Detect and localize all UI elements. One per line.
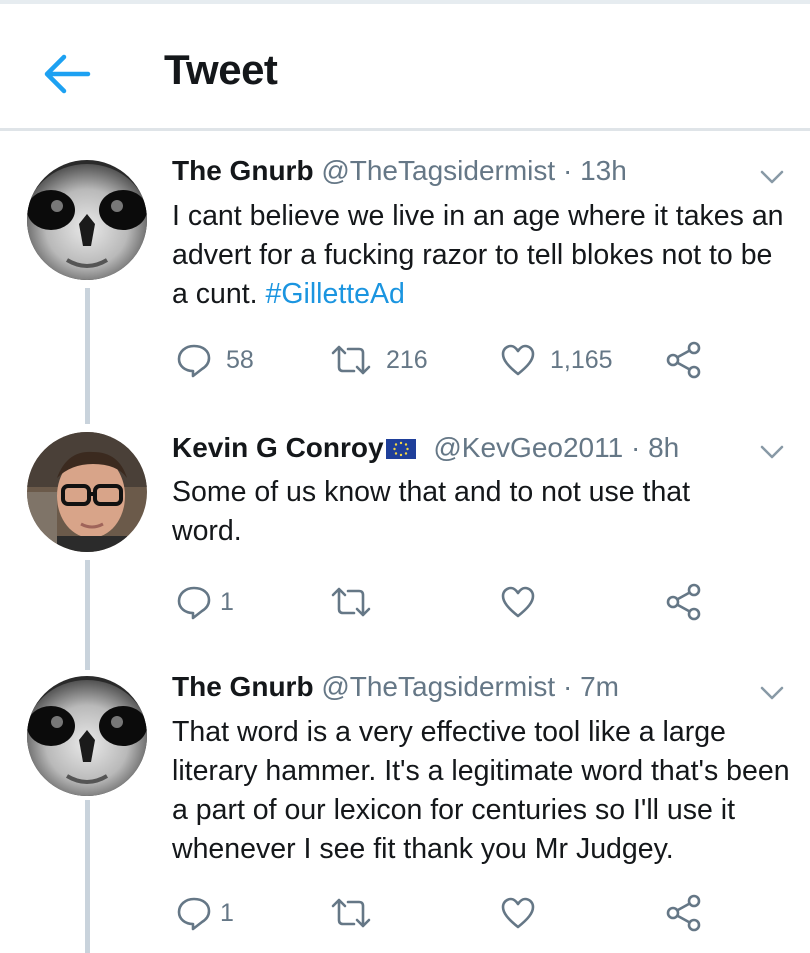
tweet-text: Some of us know that and to not use that…: [172, 473, 732, 551]
share-icon: [666, 341, 701, 379]
reply-button[interactable]: 1: [176, 893, 234, 933]
display-name[interactable]: The Gnurb: [172, 671, 314, 702]
user-handle[interactable]: @TheTagsidermist: [321, 671, 555, 702]
back-button[interactable]: [40, 52, 92, 96]
tweet-header: The Gnurb @TheTagsidermist · 13h: [172, 155, 627, 187]
separator-dot: ·: [562, 155, 573, 186]
tweet-body: I cant believe we live in an age where i…: [172, 200, 784, 310]
header-divider: [0, 128, 810, 131]
tweet-header: Kevin G Conroy @KevGeo2011 · 8h: [172, 432, 679, 464]
share-button[interactable]: [664, 893, 704, 933]
profile-photo-image: [27, 432, 147, 552]
heart-icon: [501, 344, 535, 376]
separator-dot: ·: [630, 432, 641, 463]
reply-count: 1: [220, 898, 234, 927]
retweet-icon: [331, 587, 371, 617]
separator-dot: ·: [562, 671, 573, 702]
avatar[interactable]: [27, 432, 147, 552]
retweet-icon: [331, 898, 371, 928]
tweet-body: Some of us know that and to not use that…: [172, 476, 691, 547]
retweet-button[interactable]: [330, 582, 372, 622]
avatar[interactable]: [27, 160, 147, 280]
heart-icon: [501, 586, 535, 618]
timestamp[interactable]: 7m: [580, 671, 619, 702]
user-handle[interactable]: @KevGeo2011: [433, 432, 623, 463]
tweet-text: That word is a very effective tool like …: [172, 713, 792, 869]
display-name[interactable]: Kevin G Conroy: [172, 432, 384, 463]
skull-avatar-image: [27, 160, 147, 280]
page-title: Tweet: [164, 46, 278, 93]
reply-button[interactable]: 58: [176, 340, 254, 380]
display-name[interactable]: The Gnurb: [172, 155, 314, 186]
reply-count: 1: [220, 587, 234, 616]
avatar[interactable]: [27, 676, 147, 796]
arrow-left-icon: [44, 54, 91, 94]
share-button[interactable]: [664, 582, 704, 622]
tweet-actions: 1: [172, 582, 732, 622]
tweet-header: The Gnurb @TheTagsidermist · 7m: [172, 671, 619, 703]
reply-count: 58: [226, 345, 254, 374]
retweet-count: 216: [386, 345, 428, 374]
hashtag-link[interactable]: #GilletteAd: [265, 278, 404, 310]
like-button[interactable]: 1,165: [500, 340, 613, 380]
thread-line: [85, 800, 90, 953]
retweet-button[interactable]: [330, 893, 372, 933]
reply-icon: [177, 344, 211, 378]
like-button[interactable]: [500, 893, 536, 933]
chevron-down-icon[interactable]: [758, 684, 786, 702]
skull-avatar-image: [27, 676, 147, 796]
heart-icon: [501, 897, 535, 929]
share-icon: [666, 894, 701, 932]
share-button[interactable]: [664, 340, 704, 380]
top-bar: Tweet: [0, 4, 810, 130]
timestamp[interactable]: 13h: [580, 155, 627, 186]
chevron-down-icon[interactable]: [758, 443, 786, 461]
timestamp[interactable]: 8h: [648, 432, 679, 463]
thread-line: [85, 560, 90, 670]
user-handle[interactable]: @TheTagsidermist: [321, 155, 555, 186]
like-count: 1,165: [550, 345, 613, 374]
tweet-actions: 1: [172, 893, 732, 933]
thread-line: [85, 288, 90, 424]
retweet-button[interactable]: 216: [330, 340, 428, 380]
retweet-icon: [331, 345, 371, 375]
tweet-body: That word is a very effective tool like …: [172, 716, 790, 865]
reply-icon: [177, 586, 211, 620]
eu-flag-icon: [385, 439, 416, 459]
tweet-text: I cant believe we live in an age where i…: [172, 197, 792, 314]
tweet-actions: 58 216 1,165: [172, 340, 732, 380]
reply-icon: [177, 897, 211, 931]
like-button[interactable]: [500, 582, 536, 622]
share-icon: [666, 583, 701, 621]
chevron-down-icon[interactable]: [758, 168, 786, 186]
reply-button[interactable]: 1: [176, 582, 234, 622]
